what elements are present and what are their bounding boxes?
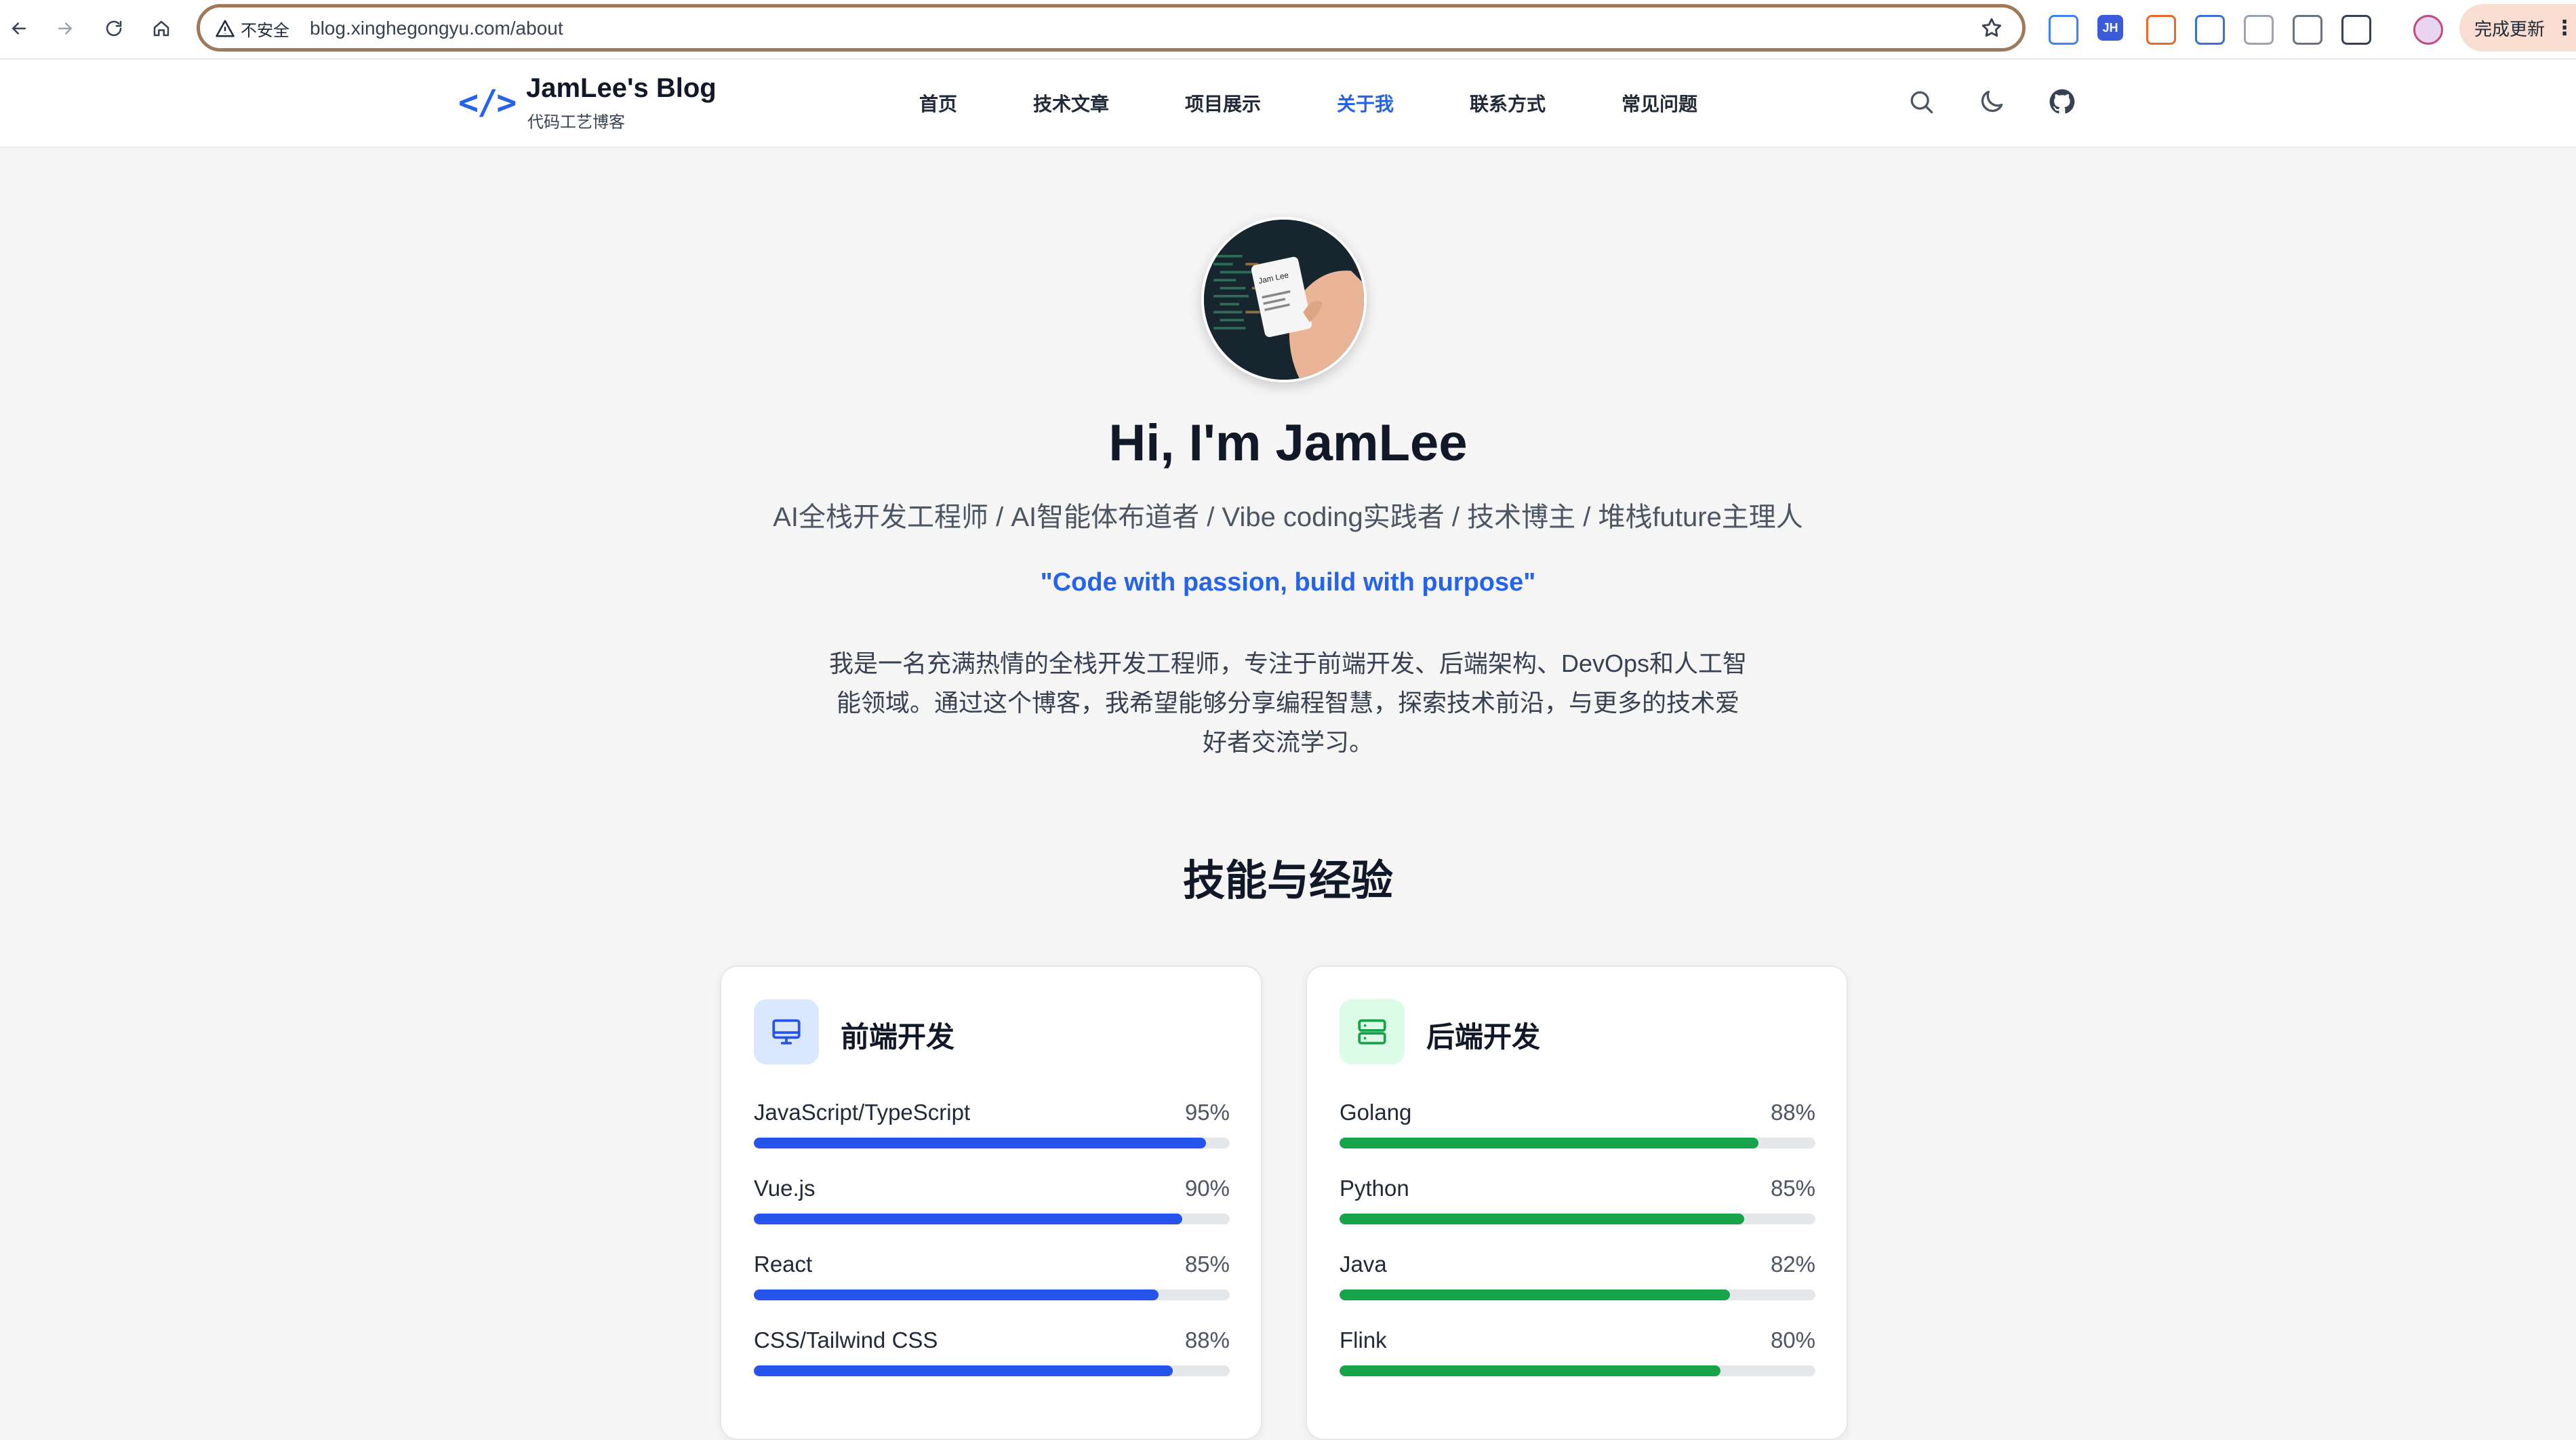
skill-name: CSS/Tailwind CSS	[754, 1327, 938, 1353]
browser-menu-icon[interactable]: ⋮	[2554, 16, 2575, 40]
skill-name: Java	[1340, 1252, 1387, 1277]
skill-percent: 90%	[1184, 1176, 1230, 1201]
moon-icon	[1981, 90, 2003, 113]
avatar-image: Jam Lee	[1204, 220, 1364, 380]
address-bar[interactable]: 不安全 blog.xinghegongyu.com/about	[197, 4, 2026, 52]
ext-jh-icon[interactable]: JH	[2097, 15, 2123, 41]
url-text[interactable]: blog.xinghegongyu.com/about	[310, 18, 563, 39]
site-header: </> JamLee's Blog 代码工艺博客 首页 技术文章 项目展示 关于…	[0, 60, 2576, 148]
search-button[interactable]	[1906, 87, 1936, 117]
back-arrow-icon	[12, 22, 26, 35]
security-label: 不安全	[241, 21, 289, 40]
forward-button[interactable]	[46, 9, 84, 47]
skill-percent: 80%	[1770, 1327, 1815, 1353]
skill-bar-track	[1340, 1365, 1815, 1376]
skill-percent: 85%	[1770, 1176, 1815, 1201]
skill-percent: 95%	[1184, 1100, 1230, 1125]
update-button[interactable]: 完成更新 ⋮	[2459, 4, 2576, 52]
hero-quote: "Code with passion, build with purpose"	[1040, 568, 1536, 597]
ext-1-icon[interactable]	[2049, 15, 2078, 45]
skill-percent: 88%	[1184, 1327, 1230, 1353]
skill-row: React 85%	[754, 1252, 1230, 1306]
site-title[interactable]: JamLee's Blog	[526, 73, 717, 104]
skill-bar-fill	[754, 1138, 1206, 1148]
home-button[interactable]	[142, 9, 180, 47]
search-icon	[1910, 91, 1933, 114]
skill-row: Golang 88%	[1340, 1100, 1815, 1154]
skill-bar-fill	[1340, 1138, 1758, 1148]
nav-contact[interactable]: 联系方式	[1470, 89, 1546, 117]
skills-section-title: 技能与经验	[1182, 858, 1393, 904]
skill-bar-track	[754, 1138, 1230, 1148]
github-icon	[2049, 89, 2075, 114]
hero-roles: AI全栈开发工程师 / AI智能体布道者 / Vibe coding实践者 / …	[773, 502, 1803, 532]
skill-bar-fill	[754, 1289, 1159, 1300]
ext-3-icon[interactable]	[2146, 15, 2176, 45]
skill-bar-track	[1340, 1214, 1815, 1224]
ext-5-icon[interactable]	[2244, 15, 2274, 45]
skill-bar-fill	[754, 1214, 1182, 1224]
skill-row: JavaScript/TypeScript 95%	[754, 1100, 1230, 1154]
code-logo-icon[interactable]: </>	[458, 83, 517, 122]
profile-avatar-icon[interactable]	[2413, 15, 2443, 45]
back-button[interactable]	[0, 9, 38, 47]
browser-toolbar: 不安全 blog.xinghegongyu.com/about JH 完成更新 …	[0, 0, 2576, 60]
reload-button[interactable]	[95, 9, 133, 47]
frontend-icon-badge	[754, 999, 819, 1064]
update-label: 完成更新	[2474, 18, 2545, 39]
skill-name: Vue.js	[754, 1176, 816, 1201]
nav-projects[interactable]: 项目展示	[1185, 89, 1261, 117]
skill-row: Java 82%	[1340, 1252, 1815, 1306]
skill-card-frontend: 前端开发 JavaScript/TypeScript 95% Vue.js 90…	[720, 965, 1262, 1440]
nav-articles[interactable]: 技术文章	[1033, 89, 1109, 117]
avatar: Jam Lee	[1201, 217, 1367, 382]
theme-toggle-button[interactable]	[1977, 87, 2007, 117]
github-link[interactable]	[2047, 87, 2077, 117]
ext-4-icon[interactable]	[2195, 15, 2225, 45]
nav-home[interactable]: 首页	[919, 89, 957, 117]
skill-row: CSS/Tailwind CSS 88%	[754, 1327, 1230, 1382]
skill-name: Golang	[1340, 1100, 1412, 1125]
skill-bar-track	[1340, 1289, 1815, 1300]
skill-row: Vue.js 90%	[754, 1176, 1230, 1230]
skill-bar-track	[754, 1289, 1230, 1300]
skill-name: React	[754, 1252, 813, 1277]
skill-percent: 88%	[1770, 1100, 1815, 1125]
nav-faq[interactable]: 常见问题	[1622, 89, 1697, 117]
home-icon	[153, 20, 169, 37]
skill-bar-fill	[1340, 1365, 1720, 1376]
skill-percent: 82%	[1770, 1252, 1815, 1277]
skill-bar-track	[754, 1214, 1230, 1224]
warning-icon	[216, 20, 235, 37]
skill-percent: 85%	[1184, 1252, 1230, 1277]
skill-card-backend: 后端开发 Golang 88% Python 85% Java 82% Flin…	[1306, 965, 1848, 1440]
skill-bar-fill	[754, 1365, 1173, 1376]
card-title: 后端开发	[1426, 1021, 1541, 1053]
reload-icon	[106, 20, 122, 37]
skill-name: Flink	[1340, 1327, 1387, 1353]
bookmark-star-icon[interactable]	[1980, 16, 2003, 39]
skill-row: Python 85%	[1340, 1176, 1815, 1230]
ext-7-icon[interactable]	[2341, 15, 2371, 45]
hero-greeting: Hi, I'm JamLee	[1108, 414, 1468, 472]
skill-name: Python	[1340, 1176, 1409, 1201]
skill-bar-track	[754, 1365, 1230, 1376]
skill-bar-fill	[1340, 1214, 1744, 1224]
ext-6-icon[interactable]	[2293, 15, 2322, 45]
skill-name: JavaScript/TypeScript	[754, 1100, 971, 1125]
skill-row: Flink 80%	[1340, 1327, 1815, 1382]
backend-icon-badge	[1340, 999, 1405, 1064]
nav-about[interactable]: 关于我	[1337, 89, 1394, 117]
server-icon	[1358, 1019, 1386, 1045]
security-indicator[interactable]: 不安全	[215, 16, 289, 41]
hero-bio: 我是一名充满热情的全栈开发工程师，专注于前端开发、后端架构、DevOps和人工智…	[828, 649, 1748, 756]
monitor-icon	[772, 1019, 801, 1045]
skill-bar-track	[1340, 1138, 1815, 1148]
site-subtitle: 代码工艺博客	[527, 113, 625, 132]
card-title: 前端开发	[841, 1021, 955, 1053]
forward-arrow-icon	[58, 22, 73, 35]
skill-bar-fill	[1340, 1289, 1730, 1300]
